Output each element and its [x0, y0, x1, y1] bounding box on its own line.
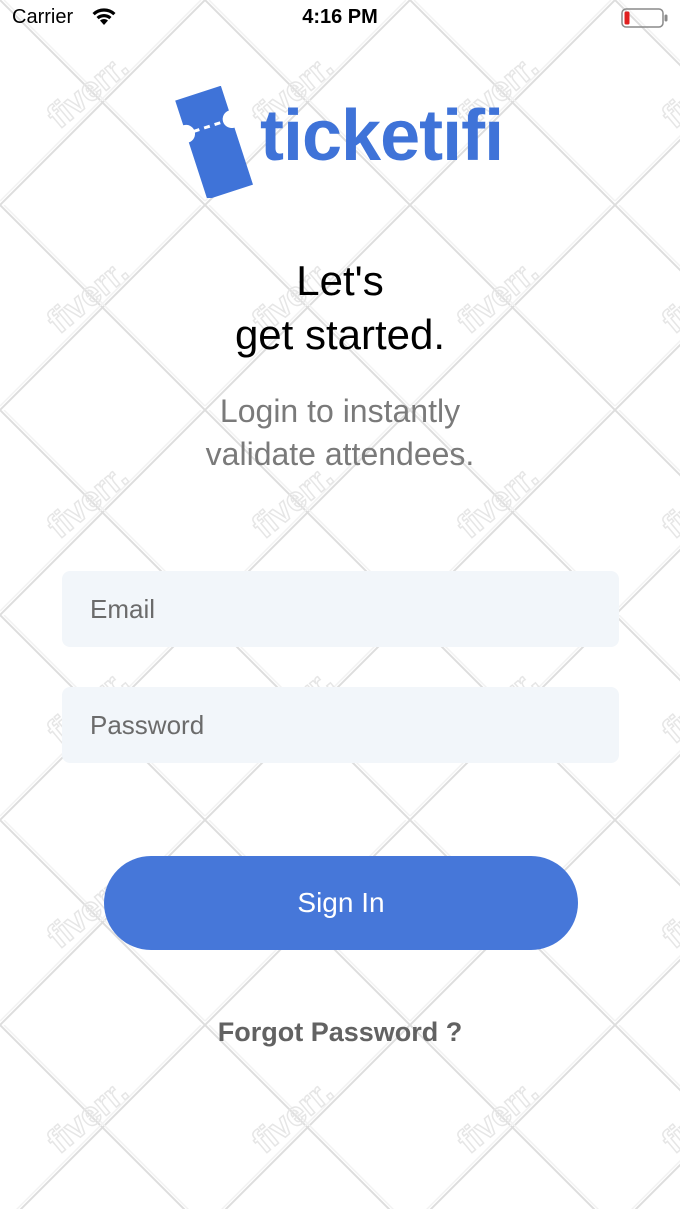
battery-low-icon	[621, 8, 668, 28]
password-field[interactable]	[62, 687, 619, 763]
app-logo: ticketifi	[168, 86, 508, 198]
page-subtitle-line-2: validate attendees.	[205, 436, 475, 472]
watermark-text: fiverr.	[655, 867, 680, 956]
page-subtitle: Login to instantly validate attendees.	[0, 390, 680, 476]
forgot-password-link[interactable]: Forgot Password ?	[0, 1017, 680, 1048]
sign-in-button[interactable]: Sign In	[104, 856, 578, 950]
watermark-text: fiverr.	[655, 47, 680, 136]
logo-wordmark: ticketifi	[260, 96, 504, 176]
watermark-text: fiverr.	[450, 1072, 545, 1161]
status-time: 4:16 PM	[302, 6, 378, 28]
page-title-line-1: Let's	[296, 257, 384, 304]
page-subtitle-line-1: Login to instantly	[219, 393, 461, 429]
email-field[interactable]	[62, 571, 619, 647]
watermark-text: fiverr.	[655, 1072, 680, 1161]
watermark-text: fiverr.	[40, 47, 135, 136]
watermark-text: fiverr.	[655, 662, 680, 751]
ticket-icon	[175, 86, 253, 198]
watermark-text: fiverr.	[40, 1072, 135, 1161]
status-bar: Carrier 4:16 PM	[0, 0, 680, 36]
page-title: Let's get started.	[0, 254, 680, 362]
watermark-text: fiverr.	[245, 1072, 340, 1161]
page-title-line-2: get started.	[234, 311, 446, 358]
